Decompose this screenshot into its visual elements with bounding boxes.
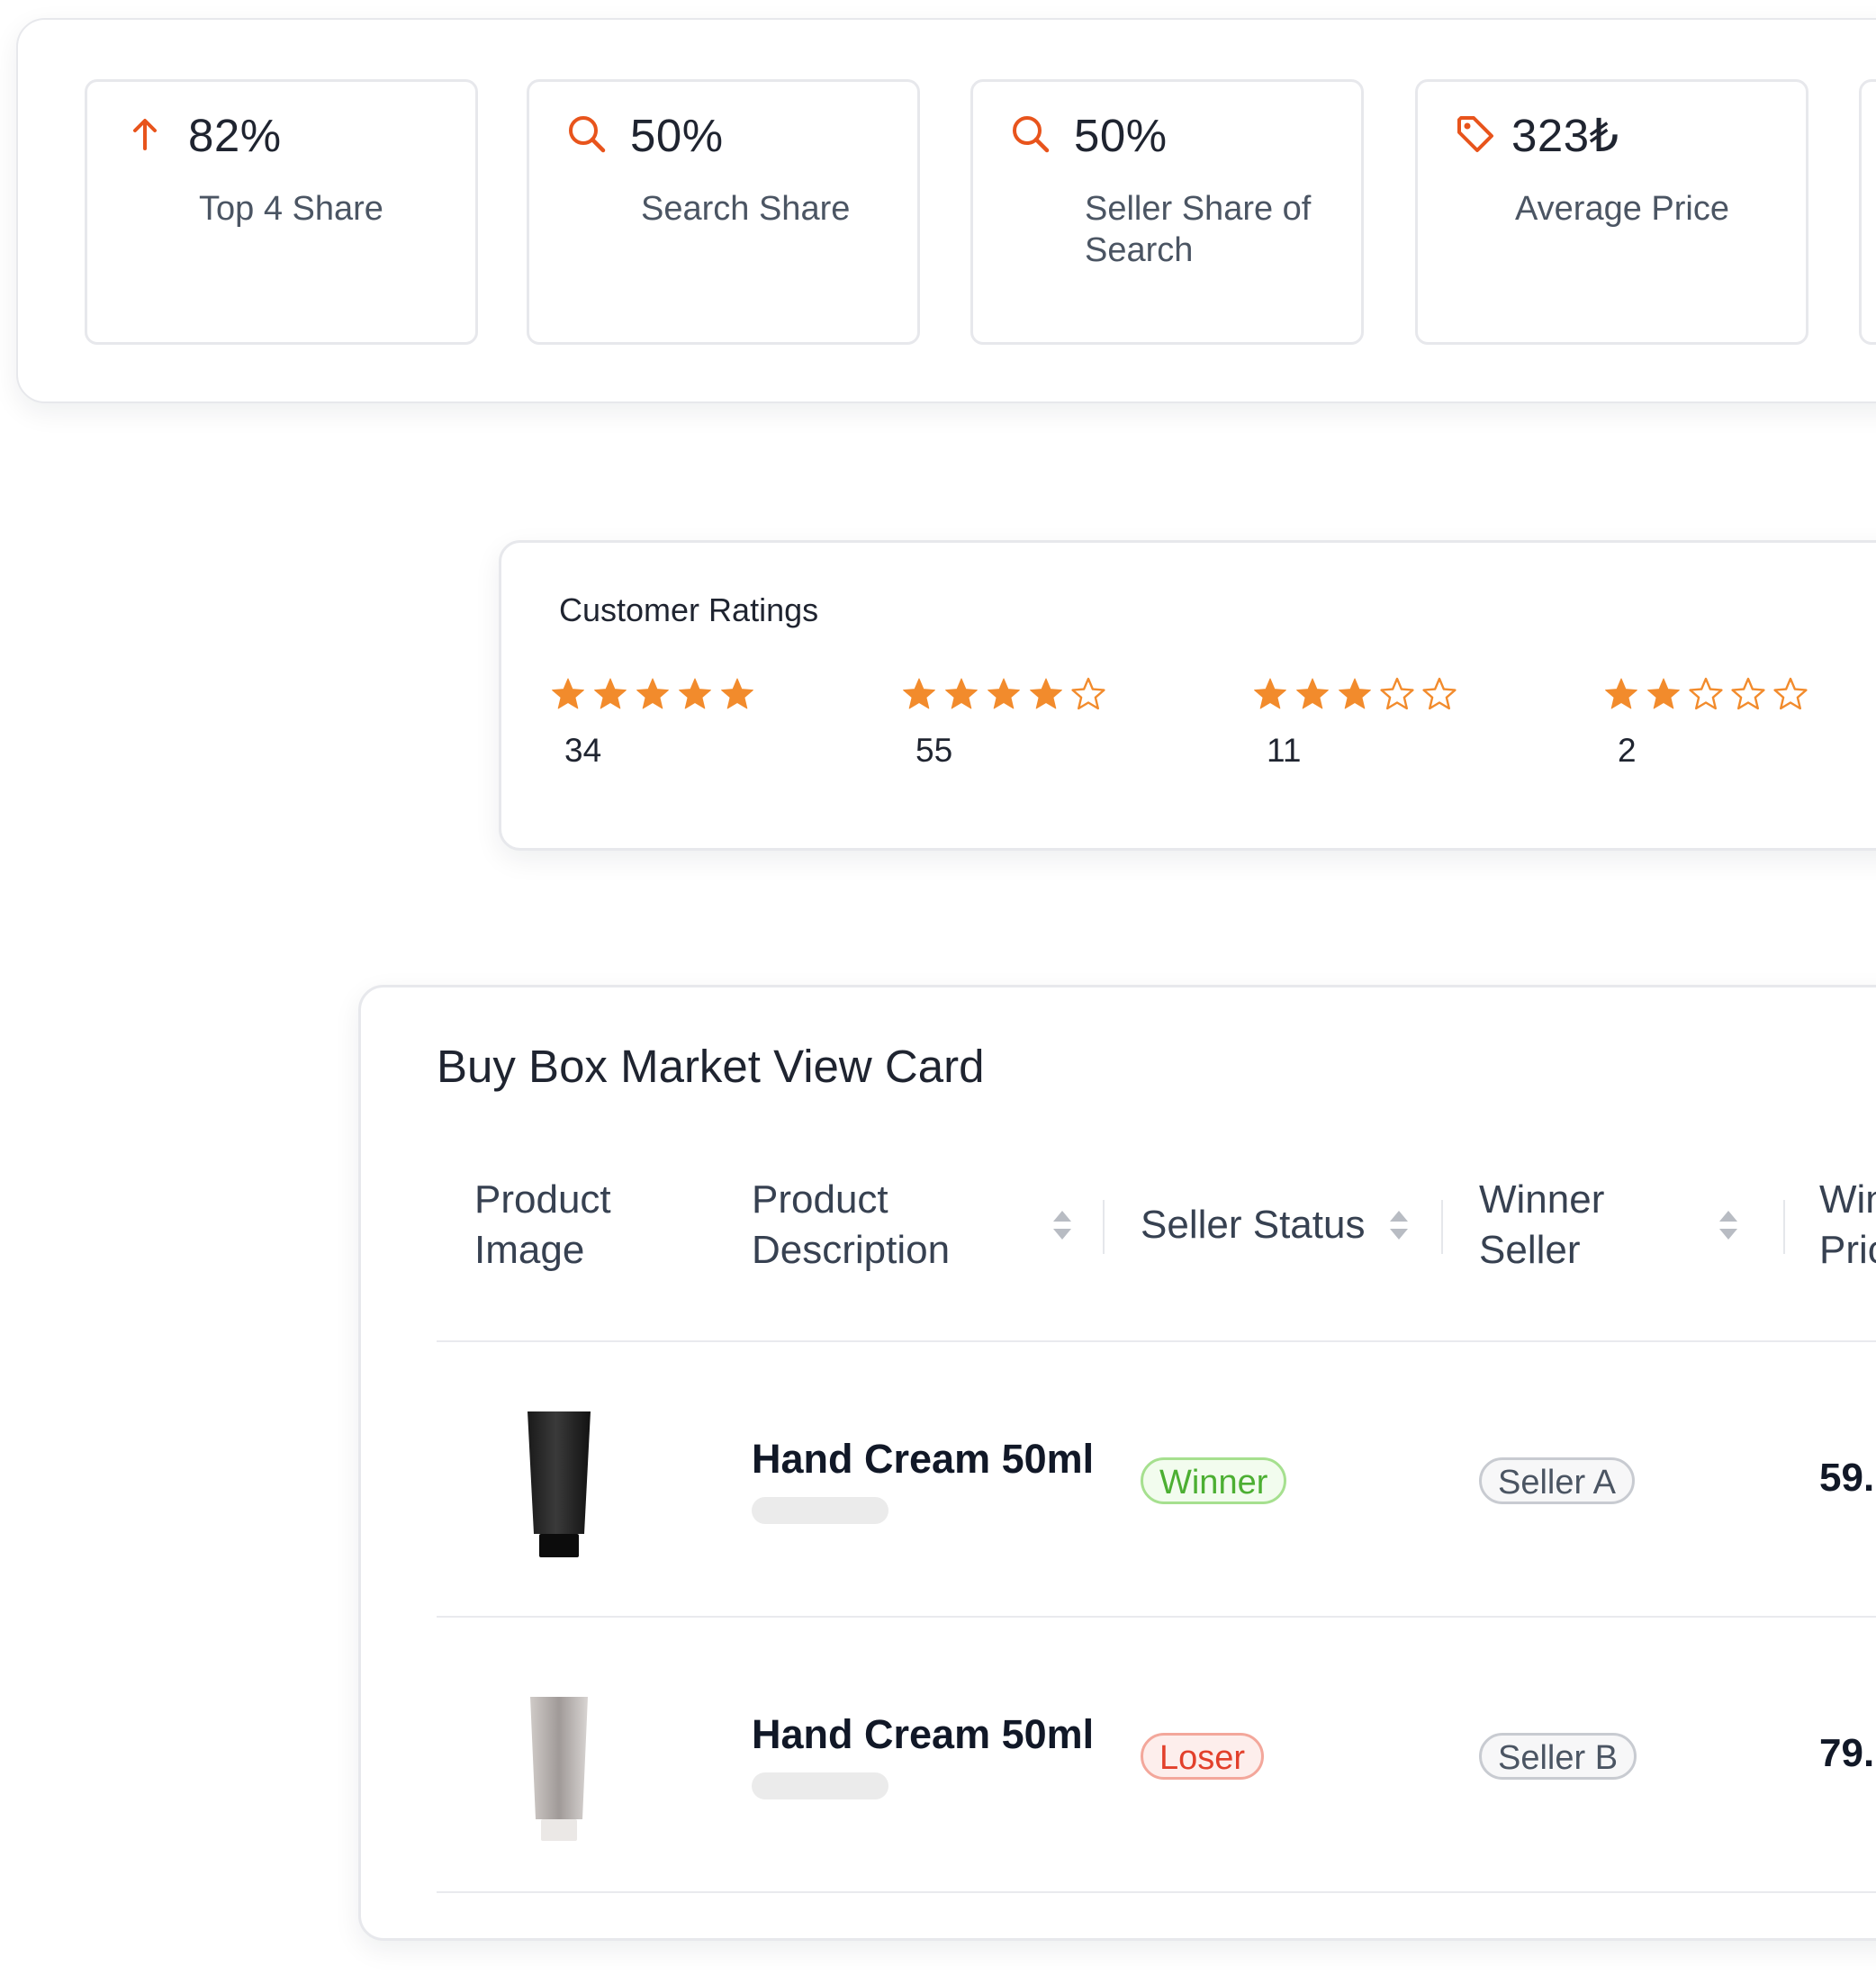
winner-price: 79. [1819,1731,1875,1775]
dashboard-stage: 82% Top 4 Share 50% Search Share 50% Sel… [0,0,1876,1984]
description-skeleton [752,1497,888,1524]
rating-count: 2 [1618,732,1637,769]
column-header-product-description[interactable]: Product Description [752,1175,986,1276]
star-filled-icon [945,678,978,709]
price-tag-icon [1454,113,1497,156]
sort-icon[interactable] [1717,1207,1740,1243]
row-divider [437,1616,1876,1618]
column-header-product-image: Product Image [474,1177,611,1272]
rating-count: 11 [1267,732,1302,769]
kpi-card-average-price[interactable]: 323₺ Average Price [1415,79,1808,345]
rating-group-3-stars[interactable]: 11 [1229,676,1499,770]
kpi-card-partial[interactable] [1859,79,1876,345]
status-badge-loser: Loser [1141,1733,1265,1780]
rating-count: 34 [564,732,602,769]
kpi-value: 50% [1074,110,1168,161]
kpi-card-seller-share-of-search[interactable]: 50% Seller Share of Search [970,79,1364,345]
star-filled-icon [636,678,669,709]
ratings-title: Customer Ratings [559,591,819,628]
star-row [1603,676,1850,712]
kpi-label: Seller Share of Search [1085,190,1312,269]
star-filled-icon [552,678,584,709]
row-divider [437,1891,1876,1893]
kpi-label: Top 4 Share [199,190,383,228]
column-divider[interactable] [1103,1200,1105,1254]
star-filled-icon [1030,678,1062,709]
star-filled-icon [1339,678,1371,709]
star-filled-icon [1296,678,1329,709]
star-outline-icon [1773,677,1808,710]
winner-price: 59. [1819,1456,1875,1500]
star-filled-icon [594,678,627,709]
product-image-white-tube [530,1697,588,1841]
status-badge-winner: Winner [1141,1457,1287,1504]
kpi-card-top4-share[interactable]: 82% Top 4 Share [85,79,478,345]
sort-icon[interactable] [1051,1207,1074,1243]
rating-group-2-stars[interactable]: 2 [1580,676,1850,770]
star-filled-icon [1254,678,1286,709]
kpi-value: 323₺ [1511,110,1619,161]
star-filled-icon [1647,678,1680,709]
star-filled-icon [903,678,935,709]
kpi-value: 82% [188,110,282,161]
column-header-winner-seller[interactable]: Winner Seller [1479,1175,1641,1276]
rating-count: 55 [915,732,953,769]
star-outline-icon [1071,677,1105,710]
product-name: Hand Cream 50ml [752,1436,1095,1482]
star-outline-icon [1422,677,1457,710]
star-row [901,676,1148,712]
product-image-black-tube [528,1411,591,1557]
rating-group-5-stars[interactable]: 34 [527,676,797,770]
column-divider[interactable] [1441,1200,1443,1254]
product-name: Hand Cream 50ml [752,1711,1095,1757]
kpi-panel: 82% Top 4 Share 50% Search Share 50% Sel… [16,18,1876,403]
table-header-divider [437,1340,1876,1342]
star-filled-icon [721,678,753,709]
star-filled-icon [679,678,711,709]
seller-badge: Seller A [1479,1457,1635,1504]
star-filled-icon [988,678,1020,709]
card-title: Buy Box Market View Card [437,1041,985,1092]
description-skeleton [752,1772,888,1799]
rating-group-4-stars[interactable]: 55 [878,676,1148,770]
star-row [550,676,797,712]
star-outline-icon [1689,677,1723,710]
star-filled-icon [1605,678,1637,709]
search-icon [565,113,609,156]
star-outline-icon [1380,677,1414,710]
sort-icon[interactable] [1387,1207,1411,1243]
column-header-seller-status[interactable]: Seller Status [1141,1200,1365,1250]
seller-badge: Seller B [1479,1733,1637,1780]
kpi-card-search-share[interactable]: 50% Search Share [527,79,920,345]
kpi-label: Search Share [641,190,851,228]
search-icon [1009,113,1052,156]
column-divider[interactable] [1783,1200,1785,1254]
column-header-winner-price[interactable]: Winner Price [1819,1175,1876,1276]
star-outline-icon [1731,677,1765,710]
star-row [1252,676,1499,712]
arrow-up-icon [123,113,167,156]
buy-box-market-view-card: Buy Box Market View Card Product Image P… [358,985,1876,1941]
customer-ratings-panel: Customer Ratings 34 55 11 2 [499,540,1876,851]
kpi-label: Average Price [1515,190,1729,228]
kpi-value: 50% [630,110,724,161]
